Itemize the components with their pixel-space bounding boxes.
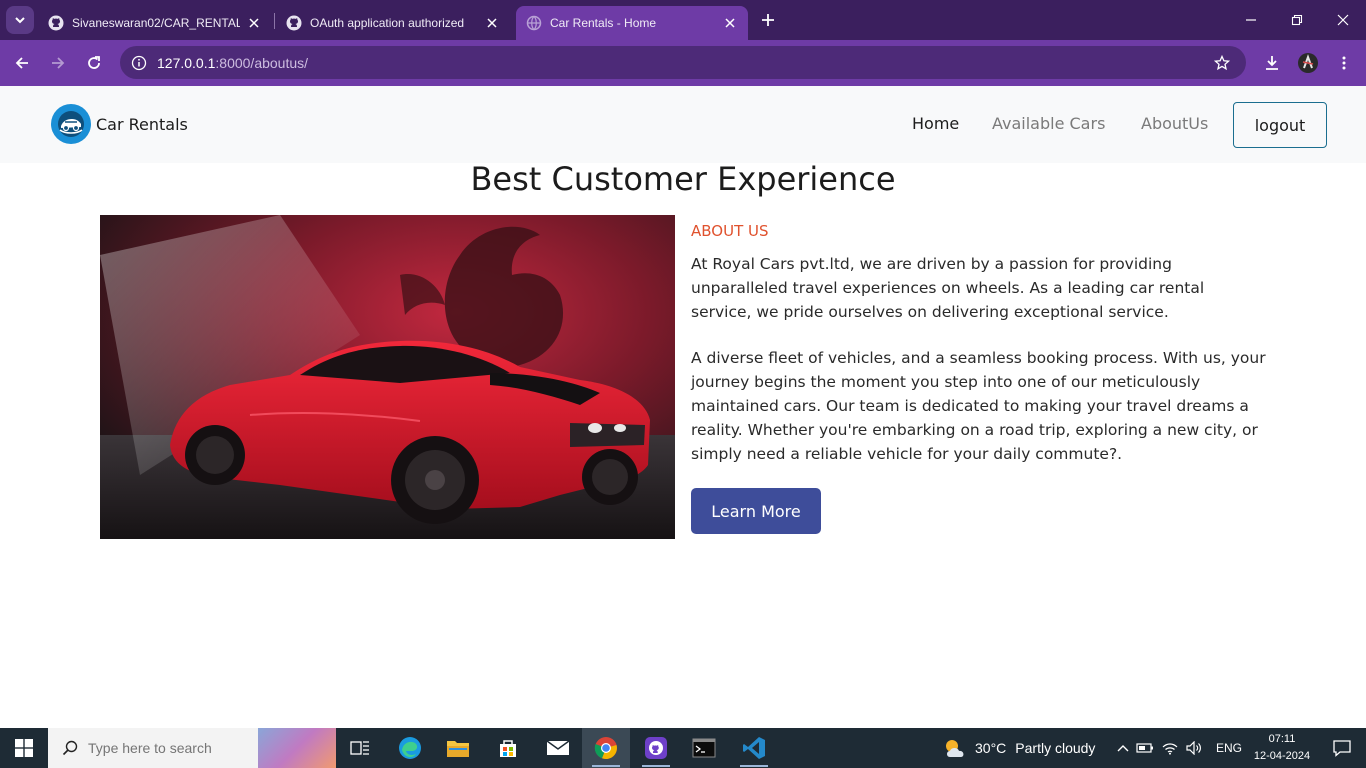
taskbar-edge[interactable]	[386, 728, 434, 768]
clock-time: 07:11	[1268, 733, 1296, 745]
downloads-button[interactable]	[1258, 49, 1286, 77]
arrow-right-icon	[52, 57, 65, 69]
close-icon[interactable]	[484, 15, 500, 31]
arrow-left-icon	[15, 57, 28, 69]
taskbar-chrome[interactable]	[582, 728, 630, 768]
tab-title: Car Rentals - Home	[550, 16, 657, 30]
notifications-button[interactable]	[1318, 728, 1366, 768]
notification-icon	[1333, 740, 1351, 757]
wifi-icon[interactable]	[1158, 741, 1182, 755]
browser-tab-bar: Sivaneswaran02/CAR_RENTAL_A OAuth applic…	[0, 0, 1366, 40]
tab-search-button[interactable]	[6, 6, 34, 34]
tab-github-repo[interactable]: Sivaneswaran02/CAR_RENTAL_A	[38, 6, 272, 40]
taskbar-mail[interactable]	[534, 728, 582, 768]
minimize-icon	[1246, 19, 1256, 21]
learn-more-button[interactable]: Learn More	[691, 488, 821, 534]
about-us-label: ABOUT US	[691, 222, 769, 240]
store-icon	[500, 740, 516, 757]
forward-button[interactable]	[44, 49, 72, 77]
start-button[interactable]	[0, 728, 48, 768]
restore-icon	[1291, 14, 1303, 26]
reload-button[interactable]	[80, 49, 108, 77]
nav-link-home[interactable]: Home	[912, 114, 959, 133]
clock[interactable]: 07:11 12-04-2024	[1252, 731, 1312, 765]
reload-icon	[88, 56, 100, 69]
windows-logo-icon	[15, 739, 33, 757]
logout-button[interactable]: logout	[1233, 102, 1327, 148]
plus-icon	[762, 14, 774, 26]
task-view-button[interactable]	[336, 728, 384, 768]
url-path: :8000/aboutus/	[215, 54, 309, 71]
github-desktop-icon	[645, 737, 667, 759]
clock-date: 12-04-2024	[1253, 750, 1311, 762]
taskbar-github-desktop[interactable]	[632, 728, 680, 768]
tab-oauth[interactable]: OAuth application authorized	[276, 6, 510, 40]
about-paragraph-2: A diverse fleet of vehicles, and a seaml…	[691, 349, 1266, 463]
site-navbar: Car Rentals Home Available Cars AboutUs …	[0, 86, 1366, 163]
url-host: 127.0.0.1	[157, 54, 216, 71]
weather-condition: Partly cloudy	[1015, 740, 1096, 756]
taskbar-vscode[interactable]	[730, 728, 778, 768]
weather-temp: 30°C	[975, 740, 1007, 756]
github-icon	[286, 15, 302, 31]
folder-icon	[447, 741, 469, 757]
address-bar[interactable]: 127.0.0.1:8000/aboutus/	[120, 46, 1246, 79]
language-indicator[interactable]: ENG	[1216, 741, 1242, 755]
task-view-icon	[350, 741, 369, 755]
minimize-button[interactable]	[1228, 0, 1274, 40]
brand-link[interactable]: Car Rentals	[51, 104, 188, 144]
browser-menu-button[interactable]	[1330, 49, 1358, 77]
chevron-up-icon[interactable]	[1114, 744, 1132, 752]
tab-title: OAuth application authorized	[310, 16, 465, 30]
vscode-icon	[743, 737, 765, 759]
close-icon	[1337, 14, 1349, 26]
close-icon[interactable]	[246, 15, 262, 31]
windows-taskbar: 30°C Partly cloudy ENG 07:11 12-04-2024	[0, 728, 1366, 768]
taskbar-search[interactable]	[48, 728, 336, 768]
new-tab-button[interactable]	[756, 8, 780, 32]
search-input[interactable]	[88, 740, 258, 756]
close-icon[interactable]	[722, 15, 738, 31]
taskbar-terminal[interactable]	[680, 728, 728, 768]
back-button[interactable]	[8, 49, 36, 77]
globe-icon	[526, 15, 542, 31]
search-icon	[60, 738, 80, 758]
tab-separator	[274, 13, 275, 29]
edge-icon	[399, 737, 421, 759]
profile-avatar[interactable]	[1294, 49, 1322, 77]
chrome-icon	[594, 737, 617, 760]
system-tray: ENG	[1114, 728, 1242, 768]
browser-toolbar: 127.0.0.1:8000/aboutus/	[0, 40, 1366, 86]
car-logo-icon	[51, 104, 91, 144]
restore-button[interactable]	[1274, 0, 1320, 40]
terminal-icon	[692, 738, 716, 758]
brand-name: Car Rentals	[96, 114, 188, 134]
download-icon	[1266, 56, 1278, 70]
partly-cloudy-icon	[946, 740, 964, 757]
tab-title: Sivaneswaran02/CAR_RENTAL_A	[72, 16, 240, 30]
battery-icon[interactable]	[1132, 742, 1158, 754]
hero-car-image	[100, 215, 675, 539]
weather-widget[interactable]: 30°C Partly cloudy	[942, 728, 1095, 768]
tab-car-rentals[interactable]: Car Rentals - Home	[516, 6, 748, 40]
close-window-button[interactable]	[1320, 0, 1366, 40]
nav-link-about-us[interactable]: AboutUs	[1141, 114, 1208, 133]
avatar-icon	[1298, 53, 1318, 73]
bookmark-star-icon[interactable]	[1212, 53, 1232, 73]
about-paragraph-1: At Royal Cars pvt.ltd, we are driven by …	[691, 255, 1205, 321]
taskbar-file-explorer[interactable]	[434, 728, 482, 768]
mail-icon	[546, 740, 570, 755]
url-text: 127.0.0.1:8000/aboutus/	[157, 55, 308, 71]
more-vertical-icon	[1342, 56, 1346, 70]
search-highlight-image	[258, 728, 336, 768]
taskbar-store[interactable]	[484, 728, 532, 768]
chevron-down-icon	[15, 17, 25, 24]
page-title: Best Customer Experience	[470, 160, 896, 198]
volume-icon[interactable]	[1182, 741, 1206, 755]
info-icon[interactable]	[129, 53, 149, 73]
nav-link-available-cars[interactable]: Available Cars	[992, 114, 1105, 133]
github-icon	[48, 15, 64, 31]
